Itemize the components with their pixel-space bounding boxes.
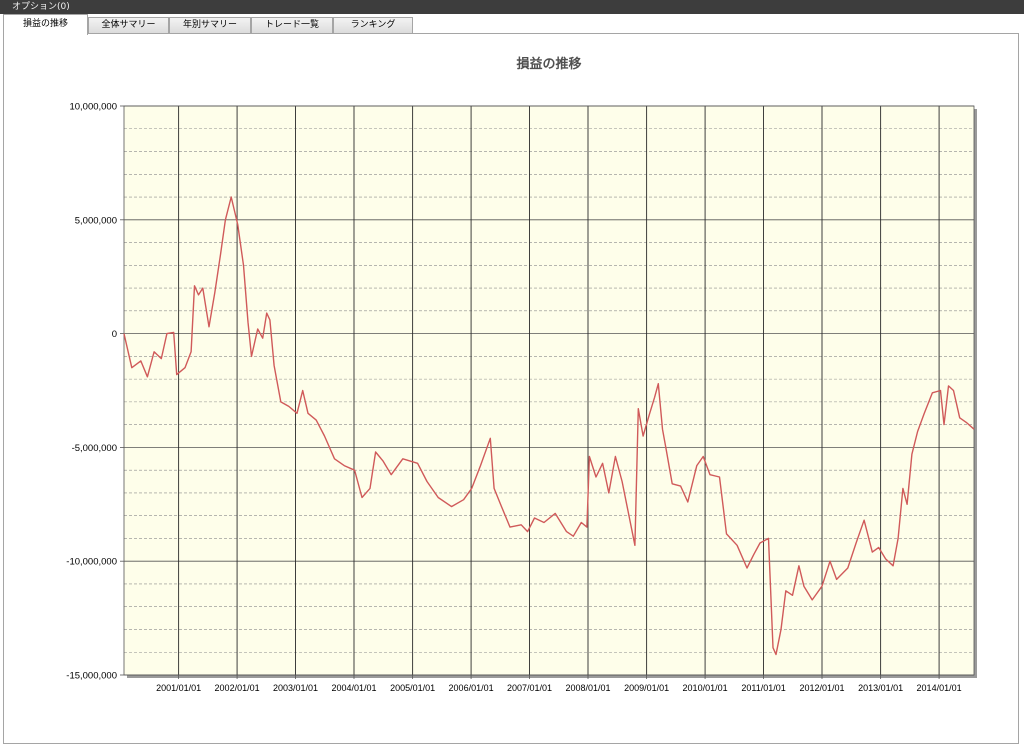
x-tick-label: 2004/01/01 xyxy=(331,683,376,693)
options-menu[interactable]: オプション(0) xyxy=(12,1,70,13)
tab-ranking[interactable]: ランキング xyxy=(333,17,413,34)
plot-area xyxy=(124,106,974,675)
y-tick-label: 5,000,000 xyxy=(75,215,117,226)
x-tick-label: 2011/01/01 xyxy=(741,683,785,693)
pl-trend-chart: 10,000,000 5,000,000 0 -5,000,000 -10,000,00… xyxy=(66,56,977,693)
x-tick-label: 2007/01/01 xyxy=(507,683,552,693)
menu-bar: オプション(0) xyxy=(0,0,1024,14)
y-tick-label: 10,000,000 xyxy=(69,102,117,113)
x-tick-label: 2005/01/01 xyxy=(390,683,435,693)
x-tick-label: 2001/01/01 xyxy=(156,683,201,693)
y-tick-label: -10,000,000 xyxy=(66,557,117,568)
tab-overall-summary[interactable]: 全体サマリー xyxy=(88,17,169,34)
tab-yearly-summary[interactable]: 年別サマリー xyxy=(169,17,251,34)
tab-pl-trend[interactable]: 損益の推移 xyxy=(3,14,88,35)
x-tick-label: 2014/01/01 xyxy=(917,683,962,693)
x-tick-label: 2003/01/01 xyxy=(273,683,318,693)
y-tick-label: -5,000,000 xyxy=(72,443,117,454)
x-tick-label: 2010/01/01 xyxy=(683,683,728,693)
x-tick-label: 2009/01/01 xyxy=(624,683,669,693)
x-tick-label: 2013/01/01 xyxy=(858,683,903,693)
y-tick-label: -15,000,000 xyxy=(66,671,117,682)
tab-strip: 損益の推移 全体サマリー 年別サマリー トレード一覧 ランキング xyxy=(0,14,1024,35)
x-tick-label: 2002/01/01 xyxy=(215,683,260,693)
chart-panel: 10,000,000 5,000,000 0 -5,000,000 -10,000,00… xyxy=(3,33,1019,744)
x-tick-label: 2006/01/01 xyxy=(449,683,494,693)
chart-title: 損益の推移 xyxy=(516,56,581,72)
y-tick-label: 0 xyxy=(112,329,117,340)
tab-trade-list[interactable]: トレード一覧 xyxy=(251,17,333,34)
x-tick-label: 2012/01/01 xyxy=(799,683,844,693)
x-tick-label: 2008/01/01 xyxy=(565,683,610,693)
